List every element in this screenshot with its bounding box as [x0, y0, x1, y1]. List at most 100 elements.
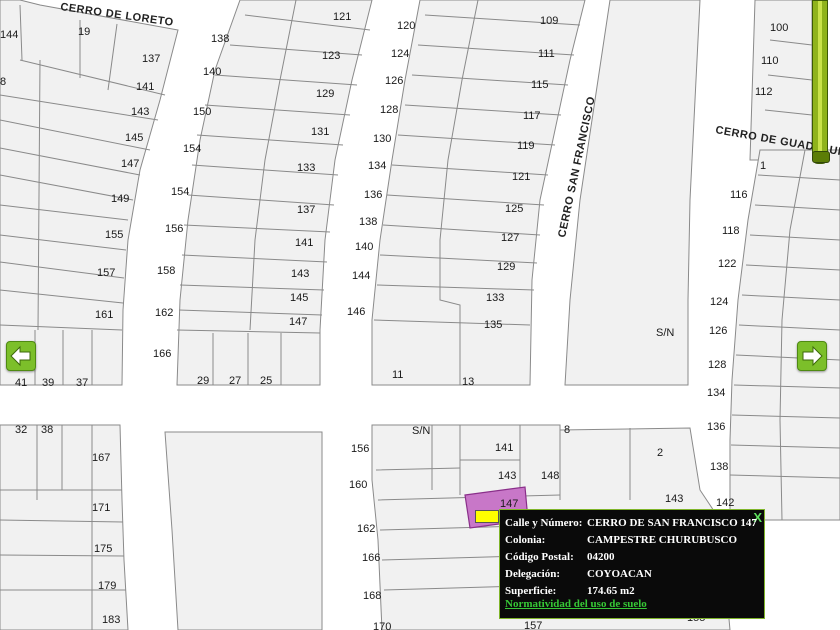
lot-number: 25	[260, 375, 272, 387]
lot-number: 115	[531, 79, 549, 91]
lot-number: 119	[517, 140, 535, 152]
lot-number: 117	[523, 110, 541, 122]
lot-number: 124	[710, 296, 728, 308]
lot-number: 143	[291, 268, 309, 280]
lot-number: 39	[42, 377, 54, 389]
lot-number: 120	[397, 20, 415, 32]
lot-number: 126	[709, 325, 727, 337]
lot-number: 124	[391, 48, 409, 60]
info-label: Superficie:	[505, 584, 557, 597]
info-value: CAMPESTRE CHURUBUSCO	[587, 533, 738, 546]
lot-number: 136	[707, 421, 725, 433]
lot-number: 145	[125, 132, 143, 144]
lot-number: 136	[364, 189, 382, 201]
lot-number: 148	[541, 470, 559, 482]
info-value: CERRO DE SAN FRANCISCO 147	[587, 516, 757, 529]
lot-number: 1	[760, 160, 766, 172]
lot-number: 128	[380, 104, 398, 116]
lot-number: 41	[15, 377, 27, 389]
lot-number: 19	[78, 26, 90, 38]
lot-number: 133	[297, 162, 315, 174]
info-label: Colonia:	[505, 533, 546, 546]
info-label: Código Postal:	[505, 550, 574, 563]
zoom-slider-rail	[818, 1, 822, 157]
lot-number: 168	[363, 590, 381, 602]
info-value: COYOACAN	[587, 567, 652, 580]
lot-number: 118	[722, 225, 740, 237]
land-use-link[interactable]: Normatividad del uso de suelo	[505, 598, 647, 610]
lot-number: 38	[41, 424, 53, 436]
lot-number: 144	[352, 270, 370, 282]
info-label: Delegación:	[505, 567, 560, 580]
lot-number: 144	[0, 29, 18, 41]
lot-number: 125	[505, 203, 523, 215]
lot-number: 154	[183, 143, 201, 155]
lot-number: 133	[486, 292, 504, 304]
lot-number: 170	[373, 621, 391, 630]
lot-number: 129	[316, 88, 334, 100]
lot-number: 109	[540, 15, 558, 27]
lot-number: 131	[311, 126, 329, 138]
lot-number: 137	[297, 204, 315, 216]
block-sn	[564, 0, 701, 386]
lot-number: 154	[171, 186, 189, 198]
lot-number: 162	[357, 523, 375, 535]
cadastral-map[interactable]: CERRO DE LORETO CERRO SAN FRANCISCO CERR…	[0, 0, 840, 630]
lot-number: 110	[761, 55, 779, 67]
lot-number: 134	[368, 160, 386, 172]
lot-number: 128	[708, 359, 726, 371]
info-row: Colonia: CAMPESTRE CHURUBUSCO	[505, 531, 757, 548]
lot-number: 37	[76, 377, 88, 389]
lot-number: 138	[211, 33, 229, 45]
lot-number: 171	[92, 502, 110, 514]
lot-number: 2	[657, 447, 663, 459]
zoom-slider-icon[interactable]	[812, 151, 830, 163]
selection-marker-icon	[475, 510, 499, 523]
arrow-left-icon	[10, 345, 31, 367]
lot-number: 123	[322, 50, 340, 62]
lot-number: 147	[121, 158, 139, 170]
lot-number: 127	[501, 232, 519, 244]
lot-number: 157	[97, 267, 115, 279]
lot-number: 179	[98, 580, 116, 592]
lot-number: 175	[94, 543, 112, 555]
lot-number: 156	[351, 443, 369, 455]
lot-number: 137	[142, 53, 160, 65]
lot-number: S/N	[656, 327, 674, 339]
info-row: Código Postal: 04200	[505, 548, 757, 565]
lot-number: 162	[155, 307, 173, 319]
pan-left-button[interactable]	[6, 341, 36, 371]
lot-number: 145	[290, 292, 308, 304]
info-row: Delegación: COYOACAN	[505, 565, 757, 582]
pan-right-button[interactable]	[797, 341, 827, 371]
lot-number: 130	[373, 133, 391, 145]
lot-number: 13	[462, 376, 474, 388]
lot-number: 27	[229, 375, 241, 387]
block-b	[176, 0, 373, 386]
lot-number: 140	[355, 241, 373, 253]
lot-number: 183	[102, 614, 120, 626]
lot-number: 157	[524, 620, 542, 630]
lot-number: 158	[157, 265, 175, 277]
parcel-info-popup: X Calle y Número: CERRO DE SAN FRANCISCO…	[499, 509, 765, 619]
lot-number: S/N	[412, 425, 430, 437]
lot-number: 138	[359, 216, 377, 228]
lot-number: 143	[498, 470, 516, 482]
lot-number: 116	[730, 189, 748, 201]
lot-number: 134	[707, 387, 725, 399]
lot-number: 121	[512, 171, 530, 183]
info-row: Superficie: 174.65 m2	[505, 582, 757, 599]
lot-number: 146	[347, 306, 365, 318]
info-row: Calle y Número: CERRO DE SAN FRANCISCO 1…	[505, 514, 757, 531]
lot-number: 161	[95, 309, 113, 321]
lot-number: 141	[495, 442, 513, 454]
lot-number: 143	[665, 493, 683, 505]
lot-number: 147	[289, 316, 307, 328]
lot-number: 142	[716, 497, 734, 509]
lot-number: 138	[710, 461, 728, 473]
lot-number: 11	[392, 369, 403, 381]
lot-number: 111	[538, 48, 555, 60]
lot-number: 129	[497, 261, 515, 273]
zoom-slider[interactable]	[812, 0, 830, 164]
lot-number: 155	[105, 229, 123, 241]
